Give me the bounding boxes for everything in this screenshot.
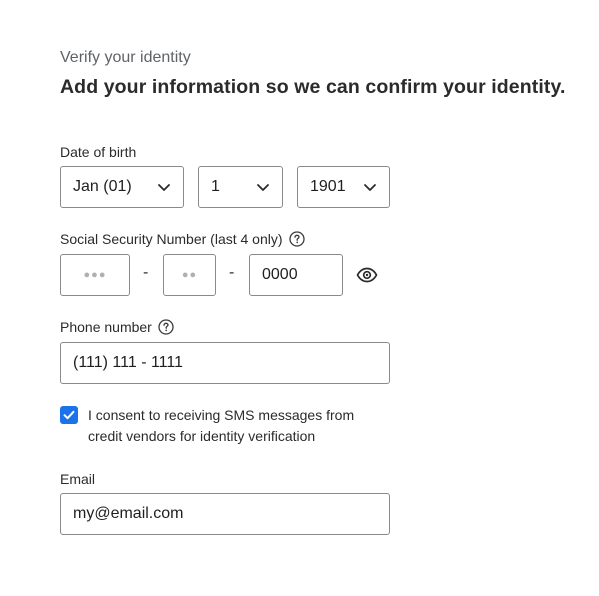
help-icon[interactable] — [158, 319, 174, 335]
phone-label: Phone number — [60, 319, 174, 335]
dob-month-value: Jan (01) — [73, 178, 132, 195]
checkmark-icon — [63, 410, 75, 420]
consent-line: I consent to receiving SMS messages from — [88, 407, 355, 423]
chevron-down-icon — [158, 184, 170, 191]
ssn-separator: - — [143, 264, 149, 281]
consent-line: credit vendors for identity verification — [88, 428, 316, 444]
ssn-part2-mask: ●● — [181, 269, 198, 281]
dob-year-value: 1901 — [310, 178, 346, 195]
ssn-last4-input[interactable]: 0000 — [249, 254, 343, 296]
dob-year-select[interactable]: 1901 — [297, 166, 390, 208]
ssn-part2-field[interactable]: ●● — [163, 254, 216, 296]
phone-label-text: Phone number — [60, 319, 152, 335]
ssn-separator: - — [229, 264, 235, 281]
consent-checkbox[interactable] — [60, 406, 78, 424]
ssn-last4-value: 0000 — [262, 266, 298, 283]
consent-text: I consent to receiving SMS messages from… — [88, 405, 354, 447]
email-label-text: Email — [60, 471, 96, 487]
help-icon[interactable] — [288, 231, 305, 247]
email-input[interactable]: my@email.com — [60, 493, 390, 535]
dob-day-value: 1 — [211, 178, 220, 195]
email-label: Email — [60, 471, 95, 487]
page-title: Add your information so we can confirm y… — [60, 76, 566, 98]
email-value: my@email.com — [73, 505, 184, 522]
phone-input[interactable]: (111) 111 - 1111 — [60, 342, 390, 384]
ssn-label: Social Security Number (last 4 only) — [60, 231, 305, 247]
ssn-label-text: Social Security Number (last 4 only) — [60, 231, 283, 247]
eye-icon[interactable] — [356, 266, 378, 284]
dob-month-select[interactable]: Jan (01) — [60, 166, 184, 208]
chevron-down-icon — [257, 184, 269, 191]
ssn-part1-field[interactable]: ●●● — [60, 254, 130, 296]
page-subtitle: Verify your identity — [60, 49, 191, 66]
phone-value: (111) 111 - 1111 — [73, 354, 183, 371]
ssn-part1-mask: ●●● — [83, 269, 107, 281]
dob-label-text: Date of birth — [60, 144, 137, 160]
chevron-down-icon — [364, 184, 376, 191]
dob-day-select[interactable]: 1 — [198, 166, 283, 208]
dob-label: Date of birth — [60, 144, 136, 160]
